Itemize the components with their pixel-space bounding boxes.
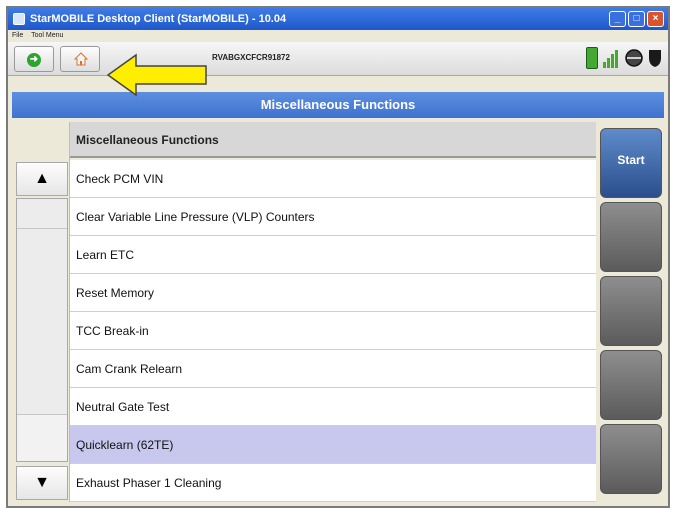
list-item[interactable]: Reset Memory [70, 274, 596, 312]
list-item[interactable]: Check PCM VIN [70, 160, 596, 198]
home-button[interactable] [60, 46, 100, 72]
action-button-5[interactable] [600, 424, 662, 494]
list-item[interactable]: Neutral Gate Test [70, 388, 596, 426]
track-segment [17, 229, 67, 415]
shield-icon [649, 50, 661, 67]
list-item[interactable]: Learn ETC [70, 236, 596, 274]
function-list: Miscellaneous Functions Check PCM VIN Cl… [70, 122, 596, 502]
maximize-button[interactable]: □ [628, 11, 645, 27]
battery-icon [586, 47, 598, 69]
list-item[interactable]: Clear Variable Line Pressure (VLP) Count… [70, 198, 596, 236]
list-item-selected[interactable]: Quicklearn (62TE) [70, 426, 596, 464]
action-column: Start [598, 122, 664, 502]
start-button[interactable]: Start [600, 128, 662, 198]
minimize-button[interactable]: _ [609, 11, 626, 27]
vin-label: RVABGXCFCR91872 [212, 53, 290, 62]
gauge-icon [625, 49, 643, 67]
menu-tool[interactable]: Tool Menu [31, 32, 63, 39]
list-item[interactable]: Exhaust Phaser 1 Cleaning [70, 464, 596, 502]
menu-bar: File Tool Menu [8, 30, 668, 42]
list-item[interactable]: TCC Break-in [70, 312, 596, 350]
scroll-up-button[interactable]: ▲ [16, 162, 68, 196]
close-button[interactable]: × [647, 11, 664, 27]
track-segment [17, 199, 67, 229]
back-arrow-icon: ➜ [27, 53, 41, 67]
status-icons [586, 47, 662, 69]
action-button-2[interactable] [600, 202, 662, 272]
title-bar: StarMOBILE Desktop Client (StarMOBILE) -… [8, 8, 668, 30]
window-controls: _ □ × [609, 11, 664, 27]
window-title: StarMOBILE Desktop Client (StarMOBILE) -… [30, 13, 287, 25]
back-button[interactable]: ➜ [14, 46, 54, 72]
list-item[interactable]: Cam Crank Relearn [70, 350, 596, 388]
scroll-track[interactable] [16, 198, 68, 462]
home-icon [73, 52, 89, 66]
list-header: Miscellaneous Functions [70, 122, 596, 158]
scroll-column: ▲ ▼ [12, 122, 70, 502]
action-button-3[interactable] [600, 276, 662, 346]
callout-arrow-icon [106, 53, 207, 97]
signal-icon [603, 50, 618, 68]
app-icon [13, 13, 25, 25]
menu-file[interactable]: File [12, 32, 23, 39]
scroll-down-button[interactable]: ▼ [16, 466, 68, 500]
action-button-4[interactable] [600, 350, 662, 420]
